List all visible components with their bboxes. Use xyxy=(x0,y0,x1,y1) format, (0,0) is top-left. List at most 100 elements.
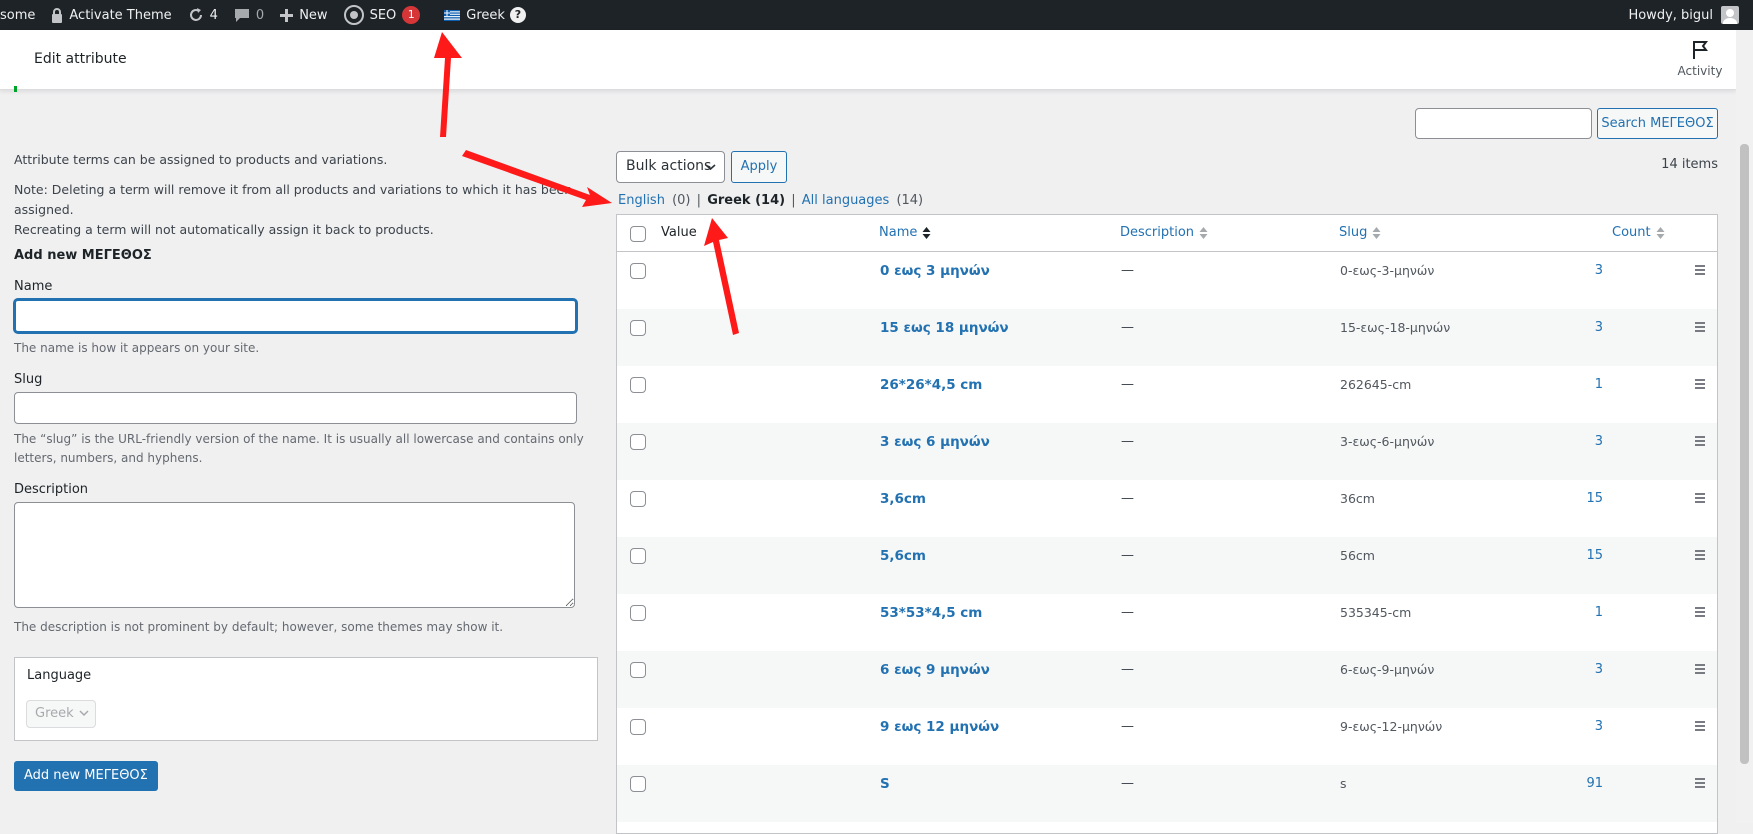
flag-icon xyxy=(1693,41,1708,59)
updates-icon xyxy=(189,8,202,21)
row-checkbox[interactable] xyxy=(630,548,646,564)
filter-english[interactable]: English xyxy=(618,193,665,208)
drag-handle-icon[interactable] xyxy=(1695,379,1705,391)
column-slug[interactable]: Slug xyxy=(1339,225,1381,240)
name-input[interactable] xyxy=(14,299,577,333)
drag-handle-icon[interactable] xyxy=(1695,550,1705,562)
drag-handle-icon[interactable] xyxy=(1695,265,1705,277)
filter-all-languages[interactable]: All languages xyxy=(802,193,890,208)
greek-flag-icon xyxy=(444,9,461,21)
term-name-link[interactable]: 3,6cm xyxy=(880,491,926,507)
new-content-link[interactable]: New xyxy=(272,0,335,30)
language-switcher[interactable]: Greek ? xyxy=(436,0,534,30)
filter-greek[interactable]: Greek (14) xyxy=(707,193,785,208)
term-description: — xyxy=(1121,548,1134,563)
row-checkbox[interactable] xyxy=(630,662,646,678)
term-slug: 6-εως-9-μηνών xyxy=(1340,662,1435,677)
drag-handle-icon[interactable] xyxy=(1695,664,1705,676)
term-count-link[interactable]: 3 xyxy=(1563,320,1603,335)
term-count-link[interactable]: 15 xyxy=(1563,491,1603,506)
term-slug: 0-εως-3-μηνών xyxy=(1340,263,1435,278)
term-name-link[interactable]: 9 εως 12 μηνών xyxy=(880,719,999,735)
term-count-link[interactable]: 3 xyxy=(1563,719,1603,734)
term-count-link[interactable]: 15 xyxy=(1563,548,1603,563)
table-row: 5,6cm — 56cm 15 xyxy=(617,537,1717,594)
comments-link[interactable]: 0 xyxy=(226,0,272,30)
row-checkbox[interactable] xyxy=(630,320,646,336)
term-name-link[interactable]: S xyxy=(880,776,890,792)
howdy-label: Howdy, bigul xyxy=(1628,7,1713,23)
page-scrollbar[interactable] xyxy=(1736,30,1753,823)
site-name-link[interactable]: some xyxy=(0,0,43,30)
slug-input[interactable] xyxy=(14,392,577,424)
term-count-link[interactable]: 1 xyxy=(1563,605,1603,620)
term-name-link[interactable]: 15 εως 18 μηνών xyxy=(880,320,1009,336)
row-checkbox[interactable] xyxy=(630,491,646,507)
row-checkbox[interactable] xyxy=(630,377,646,393)
column-description-label: Description xyxy=(1120,225,1195,240)
drag-handle-icon[interactable] xyxy=(1695,436,1705,448)
sort-icon xyxy=(1372,226,1381,239)
activity-button[interactable]: Activity xyxy=(1674,40,1726,78)
table-row: 3 εως 6 μηνών — 3-εως-6-μηνών 3 xyxy=(617,423,1717,480)
column-description[interactable]: Description xyxy=(1120,225,1208,240)
term-count-link[interactable]: 91 xyxy=(1563,776,1603,791)
row-checkbox[interactable] xyxy=(630,263,646,279)
comments-icon xyxy=(234,8,249,22)
term-count-link[interactable]: 3 xyxy=(1563,434,1603,449)
column-count[interactable]: Count xyxy=(1612,225,1665,240)
term-description: — xyxy=(1121,434,1134,449)
slug-hint-line-1: The “slug” is the URL-friendly version o… xyxy=(14,432,584,446)
drag-handle-icon[interactable] xyxy=(1695,493,1705,505)
seo-label: SEO xyxy=(369,7,397,23)
bulk-actions-select[interactable]: Bulk actions xyxy=(616,151,725,183)
row-checkbox[interactable] xyxy=(630,776,646,792)
term-name-link[interactable]: 3 εως 6 μηνών xyxy=(880,434,990,450)
table-header: Value Name Description Slug Count xyxy=(617,215,1717,252)
term-slug: 3-εως-6-μηνών xyxy=(1340,434,1435,449)
table-row: 15 εως 18 μηνών — 15-εως-18-μηνών 3 xyxy=(617,309,1717,366)
language-filter: English (0) | Greek (14) | All languages… xyxy=(618,193,923,208)
help-icon[interactable]: ? xyxy=(509,7,526,23)
apply-button[interactable]: Apply xyxy=(731,151,787,183)
term-count-link[interactable]: 1 xyxy=(1563,377,1603,392)
note-line-2: Recreating a term will not automatically… xyxy=(14,222,434,237)
sort-icon xyxy=(1656,226,1665,239)
description-textarea[interactable] xyxy=(14,502,575,608)
term-name-link[interactable]: 5,6cm xyxy=(880,548,926,564)
add-term-button[interactable]: Add new ΜΕΓΕΘΟΣ xyxy=(14,761,158,791)
row-checkbox[interactable] xyxy=(630,605,646,621)
drag-handle-icon[interactable] xyxy=(1695,322,1705,334)
term-name-link[interactable]: 53*53*4,5 cm xyxy=(880,605,982,621)
drag-handle-icon[interactable] xyxy=(1695,721,1705,733)
updates-link[interactable]: 4 xyxy=(180,0,226,30)
term-name-link[interactable]: 26*26*4,5 cm xyxy=(880,377,982,393)
name-label: Name xyxy=(14,279,53,294)
search-button[interactable]: Search ΜΕΓΕΘΟΣ xyxy=(1597,108,1718,139)
drag-handle-icon[interactable] xyxy=(1695,778,1705,790)
updates-count: 4 xyxy=(209,7,218,23)
activate-theme-link[interactable]: Activate Theme xyxy=(43,0,179,30)
drag-handle-icon[interactable] xyxy=(1695,607,1705,619)
search-input[interactable] xyxy=(1415,108,1592,139)
term-name-link[interactable]: 0 εως 3 μηνών xyxy=(880,263,990,279)
column-name[interactable]: Name xyxy=(879,225,931,240)
term-description: — xyxy=(1121,776,1134,791)
select-all-checkbox[interactable] xyxy=(630,226,646,242)
term-count-link[interactable]: 3 xyxy=(1563,263,1603,278)
language-label: Language xyxy=(27,668,92,683)
language-select-value: Greek xyxy=(35,706,74,721)
note-text: Note: Deleting a term will remove it fro… xyxy=(14,180,599,240)
term-count-link[interactable]: 3 xyxy=(1563,662,1603,677)
filter-greek-count: (14) xyxy=(755,193,786,208)
activity-label: Activity xyxy=(1677,64,1723,78)
my-account[interactable]: Howdy, bigul xyxy=(1628,6,1753,24)
row-checkbox[interactable] xyxy=(630,434,646,450)
term-name-link[interactable]: 6 εως 9 μηνών xyxy=(880,662,990,678)
row-checkbox[interactable] xyxy=(630,719,646,735)
lock-icon xyxy=(52,7,63,23)
term-slug: s xyxy=(1340,776,1347,791)
page-title: Edit attribute xyxy=(34,51,127,67)
scrollbar-thumb[interactable] xyxy=(1740,144,1749,764)
seo-menu[interactable]: SEO 1 xyxy=(336,0,429,30)
